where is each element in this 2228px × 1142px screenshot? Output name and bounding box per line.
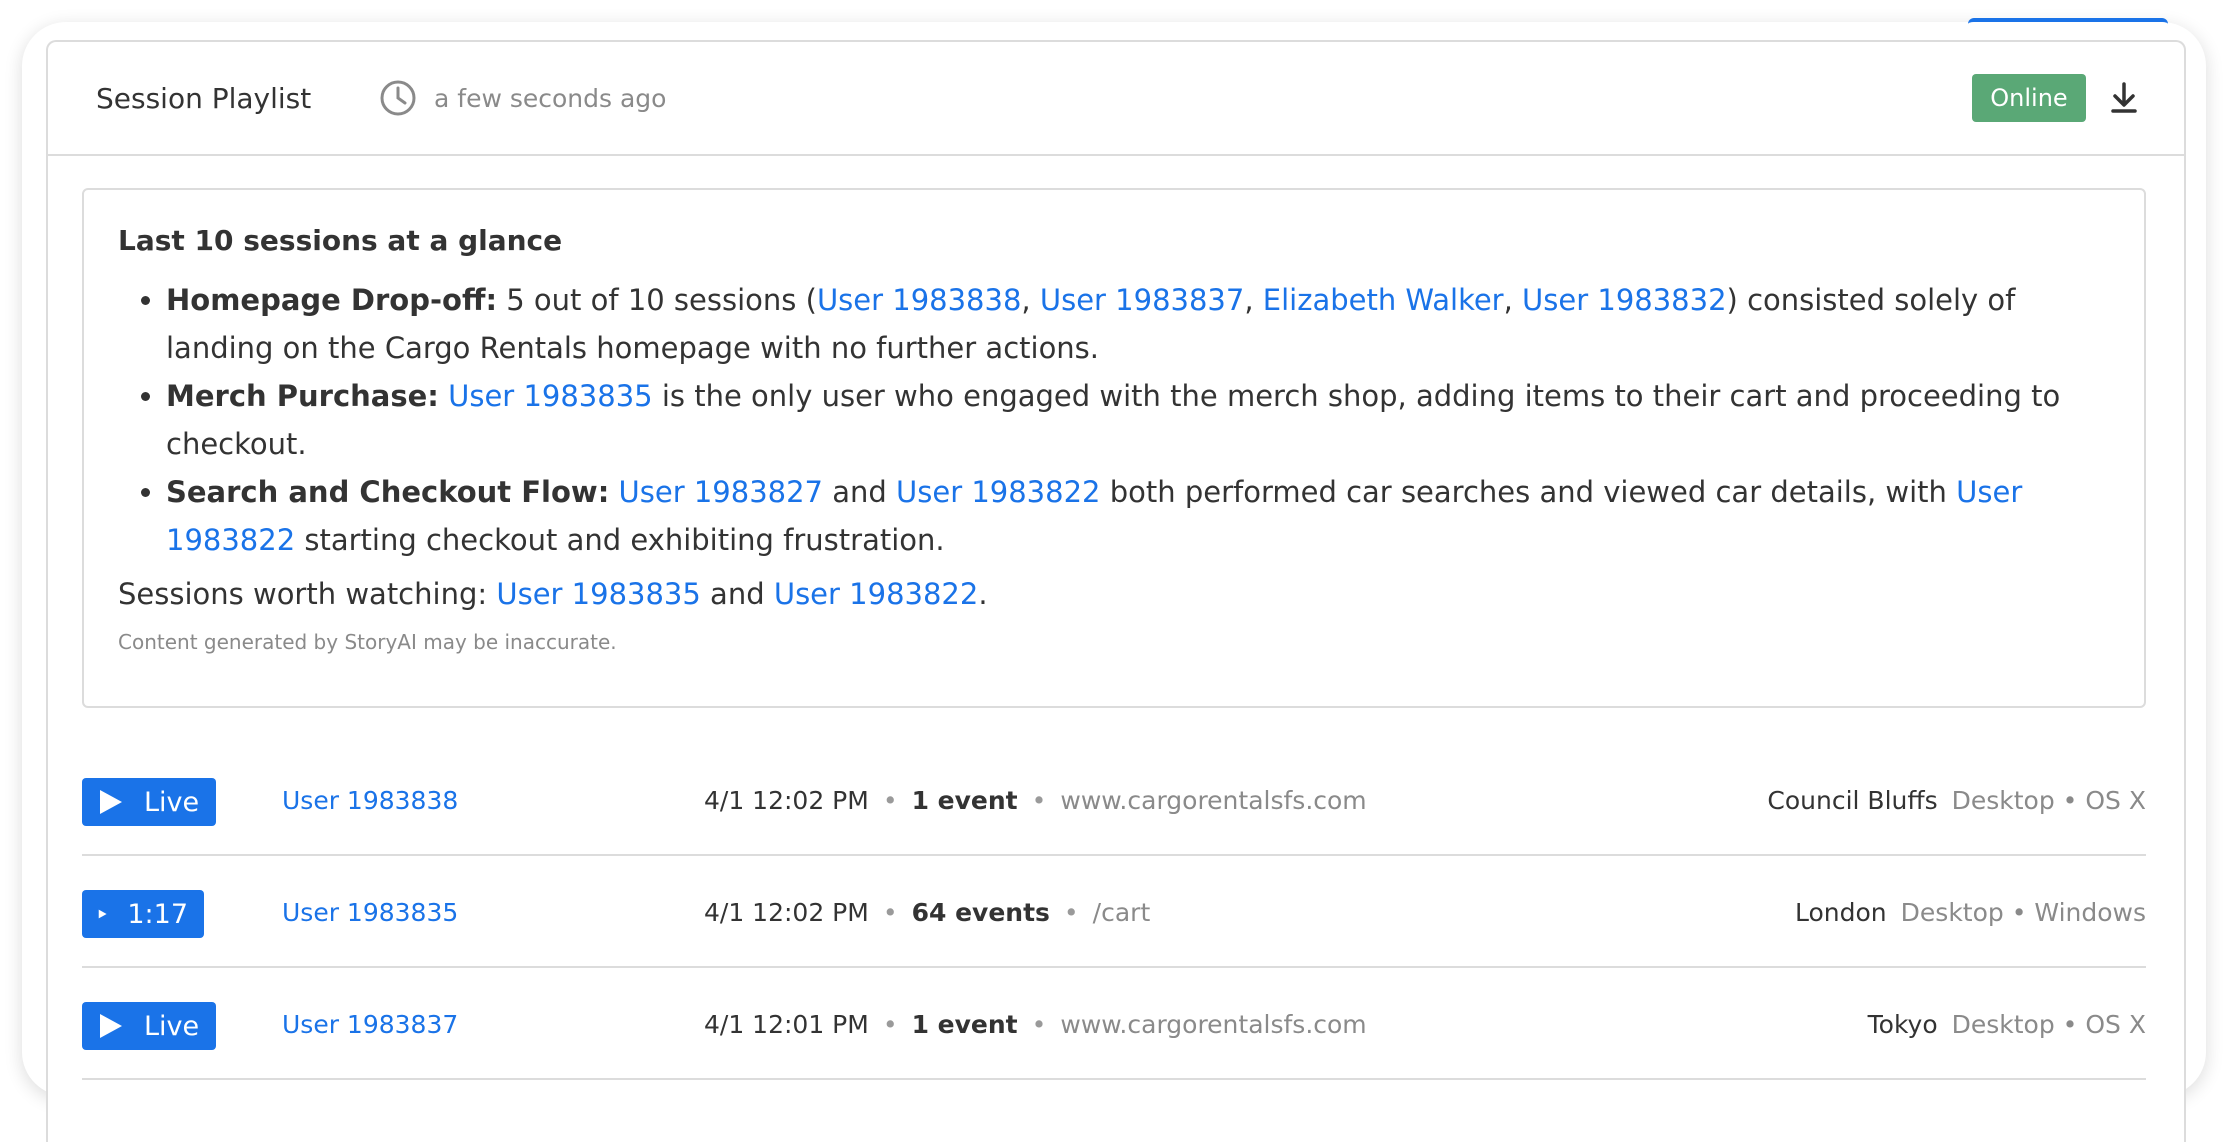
user-link[interactable]: User 1983832 [1522,283,1726,317]
session-city: Council Bluffs [1767,786,1938,815]
session-user-link[interactable]: User 1983835 [282,898,458,927]
online-status-badge: Online [1972,74,2086,122]
session-device: Desktop • OS X [1951,1010,2146,1039]
ai-disclaimer: Content generated by StoryAI may be inac… [118,630,617,654]
summary-bullet-merch-purchase: Merch Purchase: User 1983835 is the only… [166,372,2110,468]
session-time: 4/1 12:02 PM [704,898,869,927]
user-link[interactable]: User 1983835 [496,577,700,611]
play-label: Live [144,1010,200,1042]
summary-heading: Last 10 sessions at a glance [118,224,563,257]
session-meta: 4/1 12:02 PM • 1 event • www.cargorentalsfs.… [704,786,1367,815]
session-location-device: London Desktop • Windows [1795,898,2146,927]
bullet-text: starting checkout and exhibiting frustra… [295,523,945,557]
session-event-count: 1 event [911,1010,1018,1039]
bullet-label: Merch Purchase: [166,379,439,413]
session-row[interactable]: 1:17 User 1983835 4/1 12:02 PM • 64 events… [82,856,2146,968]
session-user-link[interactable]: User 1983837 [282,1010,458,1039]
separator: , [1503,283,1523,317]
user-link[interactable]: User 1983838 [817,283,1021,317]
bullet-text: 5 out of 10 sessions ( [497,283,817,317]
ai-summary-box: Last 10 sessions at a glance Homepage Dr… [82,188,2146,708]
clock-icon [380,80,416,116]
session-event-count: 1 event [911,786,1018,815]
separator: , [1244,283,1263,317]
panel-title: Session Playlist [96,81,312,115]
session-meta: 4/1 12:01 PM • 1 event • www.cargorentalsfs.… [704,1010,1367,1039]
session-location-device: Tokyo Desktop • OS X [1868,1010,2146,1039]
user-link[interactable]: User 1983822 [774,577,978,611]
play-icon [100,1014,122,1038]
session-time: 4/1 12:02 PM [704,786,869,815]
sessions-worth-watching: Sessions worth watching: User 1983835 an… [118,570,2110,618]
session-time: 4/1 12:01 PM [704,1010,869,1039]
session-row[interactable]: Live User 1983837 4/1 12:01 PM • 1 event • w… [82,968,2146,1080]
panel-header: Session Playlist a few seconds ago Onlin… [48,42,2184,156]
session-url: www.cargorentalsfs.com [1060,1010,1367,1039]
summary-bullet-homepage-dropoff: Homepage Drop-off: 5 out of 10 sessions … [166,276,2110,372]
play-session-button[interactable]: Live [82,778,216,826]
user-link[interactable]: Elizabeth Walker [1263,283,1504,317]
last-updated-time: a few seconds ago [434,83,667,113]
play-icon [100,790,122,814]
session-city: Tokyo [1867,1010,1938,1039]
worth-mid: and [700,577,774,611]
session-user-link[interactable]: User 1983838 [282,786,458,815]
session-device: Desktop • Windows [1900,898,2146,927]
session-city: London [1795,898,1887,927]
worth-prefix: Sessions worth watching: [118,577,497,611]
play-label: Live [144,786,200,818]
separator: , [1021,283,1040,317]
bullet-label: Search and Checkout Flow: [166,475,610,509]
summary-bullets: Homepage Drop-off: 5 out of 10 sessions … [118,276,2110,564]
play-label: 1:17 [127,898,188,930]
user-link[interactable]: User 1983835 [448,379,652,413]
user-link[interactable]: User 1983827 [619,475,823,509]
session-url: /cart [1092,898,1151,927]
user-link[interactable]: User 1983822 [896,475,1100,509]
summary-bullet-search-checkout: Search and Checkout Flow: User 1983827 a… [166,468,2110,564]
play-session-button[interactable]: Live [82,1002,216,1050]
session-row[interactable]: Live User 1983838 4/1 12:02 PM • 1 event • w… [82,744,2146,856]
session-meta: 4/1 12:02 PM • 64 events •/cart [704,898,1151,927]
session-url: www.cargorentalsfs.com [1060,786,1367,815]
session-event-count: 64 events [911,898,1050,927]
download-icon[interactable] [2104,78,2144,118]
play-icon [98,909,107,919]
play-session-button[interactable]: 1:17 [82,890,204,938]
session-device: Desktop • OS X [1951,786,2146,815]
bullet-label: Homepage Drop-off: [166,283,498,317]
bullet-text: and [823,475,897,509]
top-tab-edge [1968,18,2168,28]
bullet-text: both performed car searches and viewed c… [1100,475,1957,509]
session-playlist-panel: Session Playlist a few seconds ago Onlin… [46,40,2186,1142]
worth-suffix: . [978,577,988,611]
user-link[interactable]: User 1983837 [1040,283,1244,317]
session-location-device: Council Bluffs Desktop • OS X [1767,786,2146,815]
